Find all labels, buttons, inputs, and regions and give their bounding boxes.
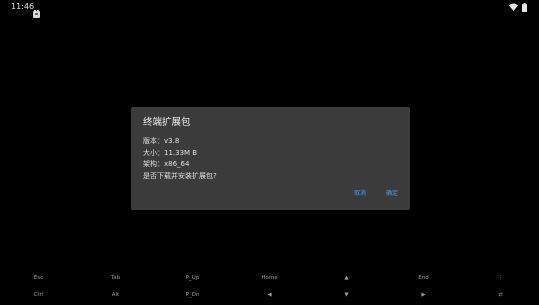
key-ctrl[interactable]: Ctrl <box>0 286 77 304</box>
key-arrow-up[interactable]: ▲ <box>308 269 385 287</box>
key-end[interactable]: End <box>385 269 462 287</box>
arch-line: 架构：x86_64 <box>143 160 190 168</box>
size-line: 大小：11.33M B <box>143 148 198 157</box>
install-extension-dialog: 终端扩展包 版本：v3.8 大小：11.33M B 架构：x86_64 是否下载… <box>131 107 410 210</box>
key-swap-icon[interactable]: ⇄ <box>462 286 539 304</box>
terminal-screen[interactable]: 11:46 终端扩展包 版本：v3.8 大小：11.33M B 架构：x86_6… <box>0 0 539 305</box>
key-home[interactable]: Home <box>231 269 308 287</box>
key-page-up[interactable]: P_Up <box>154 269 231 287</box>
extra-keys-row-1: Esc Tab P_Up Home ▲ End ⋮ <box>0 269 539 287</box>
key-arrow-down[interactable]: ▼ <box>308 286 385 304</box>
extra-keys-bar: Esc Tab P_Up Home ▲ End ⋮ Ctrl Alt P_Dn … <box>0 269 539 305</box>
key-more-icon[interactable]: ⋮ <box>462 269 539 287</box>
extra-keys-row-2: Ctrl Alt P_Dn ◀ ▼ ▶ ⇄ <box>0 286 539 304</box>
dialog-title: 终端扩展包 <box>143 117 191 128</box>
cancel-button[interactable]: 取消 <box>354 190 366 198</box>
key-esc[interactable]: Esc <box>0 269 77 287</box>
key-arrow-right[interactable]: ▶ <box>385 286 462 304</box>
key-arrow-left[interactable]: ◀ <box>231 286 308 304</box>
dialog-actions: 取消 确定 <box>354 190 398 198</box>
key-tab[interactable]: Tab <box>77 269 154 287</box>
confirm-button[interactable]: 确定 <box>386 190 398 198</box>
key-alt[interactable]: Alt <box>77 286 154 304</box>
dialog-message: 版本：v3.8 大小：11.33M B 架构：x86_64 是否下载并安装扩展包… <box>143 136 217 182</box>
question-line: 是否下载并安装扩展包? <box>143 171 217 180</box>
version-line: 版本：v3.8 <box>143 137 180 145</box>
key-page-down[interactable]: P_Dn <box>154 286 231 304</box>
